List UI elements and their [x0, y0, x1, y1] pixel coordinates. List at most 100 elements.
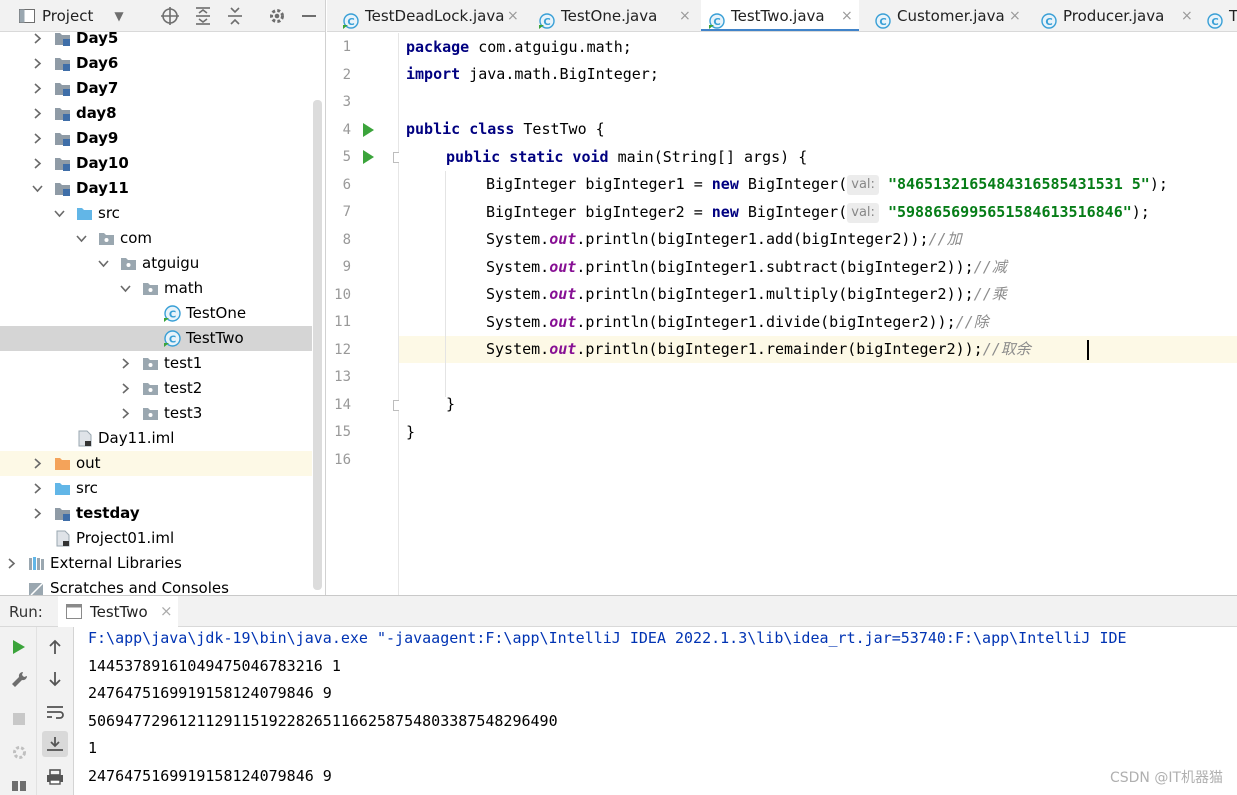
- tree-item-day10[interactable]: Day10: [0, 151, 312, 176]
- line-number: 14: [334, 396, 351, 413]
- editor-tab-testdeadlock-java[interactable]: C TestDeadLock.java ×: [335, 0, 525, 31]
- editor-tab-t[interactable]: CT: [1199, 0, 1237, 31]
- tree-item-atguigu[interactable]: atguigu: [0, 251, 312, 276]
- wrench-icon[interactable]: [6, 666, 32, 692]
- project-title[interactable]: Project: [42, 7, 93, 25]
- svg-text:C: C: [879, 17, 886, 28]
- layout-icon[interactable]: [6, 771, 32, 795]
- chevron-right-icon[interactable]: [30, 451, 44, 476]
- chevron-right-icon[interactable]: [30, 126, 44, 151]
- arrow-down-icon[interactable]: [42, 666, 68, 692]
- chevron-right-icon[interactable]: [30, 32, 44, 51]
- run-gutter-icon[interactable]: [363, 122, 374, 137]
- tree-item-out[interactable]: out: [0, 451, 312, 476]
- print-icon[interactable]: [42, 764, 68, 790]
- tree-item-label: atguigu: [142, 254, 200, 272]
- chevron-right-icon[interactable]: [30, 76, 44, 101]
- close-icon[interactable]: ×: [507, 0, 519, 31]
- module-folder-icon: [54, 505, 71, 522]
- tree-item-label: Day9: [76, 129, 119, 147]
- collapse-all-icon[interactable]: [223, 0, 247, 32]
- text-caret: [1087, 340, 1089, 360]
- chevron-down-icon[interactable]: [52, 201, 66, 226]
- stop-icon[interactable]: [6, 706, 32, 732]
- run-console[interactable]: F:\app\java\jdk-19\bin\java.exe "-javaag…: [75, 627, 1237, 795]
- tree-item-test1[interactable]: test1: [0, 351, 312, 376]
- tree-item-day8[interactable]: day8: [0, 101, 312, 126]
- arrow-up-icon[interactable]: [42, 634, 68, 660]
- console-output-line: 2476475169919158124079846 9: [88, 684, 332, 703]
- tree-item-src[interactable]: src: [0, 201, 312, 226]
- chevron-right-icon[interactable]: [118, 401, 132, 426]
- module-folder-icon: [54, 55, 71, 72]
- locate-icon[interactable]: [158, 0, 182, 32]
- tree-item-day9[interactable]: Day9: [0, 126, 312, 151]
- editor-tab-testone-java[interactable]: C TestOne.java ×: [531, 0, 697, 31]
- line-number: 11: [334, 314, 351, 330]
- close-icon[interactable]: ×: [160, 602, 173, 620]
- close-icon[interactable]: ×: [1181, 0, 1193, 31]
- code-line-11: System.out.println(bigInteger1.divide(bi…: [486, 313, 989, 331]
- chevron-right-icon[interactable]: [118, 351, 132, 376]
- chevron-right-icon[interactable]: [30, 501, 44, 526]
- chevron-right-icon[interactable]: [30, 151, 44, 176]
- tree-item-day7[interactable]: Day7: [0, 76, 312, 101]
- run-gutter-icon[interactable]: [363, 150, 374, 164]
- code-line-12: System.out.println(bigInteger1.remainder…: [486, 340, 1031, 358]
- package-icon: [98, 230, 115, 247]
- editor-tab-label: T: [1229, 0, 1237, 31]
- chevron-down-icon[interactable]: [118, 276, 132, 301]
- editor-tab-label: Customer.java: [897, 7, 1005, 25]
- chevron-right-icon[interactable]: [118, 376, 132, 401]
- tree-item-math[interactable]: math: [0, 276, 312, 301]
- tree-item-scratches-and-consoles[interactable]: Scratches and Consoles: [0, 576, 312, 595]
- tree-item-src[interactable]: src: [0, 476, 312, 501]
- expand-all-icon[interactable]: [191, 0, 215, 32]
- scroll-to-end-icon[interactable]: [42, 731, 68, 757]
- chevron-down-icon[interactable]: [74, 226, 88, 251]
- minimize-icon[interactable]: [298, 0, 320, 32]
- code-editor[interactable]: package com.atguigu.math; import java.ma…: [399, 33, 1237, 595]
- rerun-icon[interactable]: [6, 634, 32, 660]
- chevron-right-icon[interactable]: [30, 51, 44, 76]
- code-line-6: BigInteger bigInteger1 = new BigInteger(…: [486, 175, 1168, 195]
- tree-scrollbar[interactable]: [313, 100, 322, 590]
- tree-item-project01-iml[interactable]: Project01.iml: [0, 526, 312, 551]
- editor-tab-producer-java[interactable]: C Producer.java ×: [1033, 0, 1199, 31]
- soft-wrap-icon[interactable]: [42, 699, 68, 725]
- line-number: 8: [342, 231, 351, 248]
- chevron-down-icon[interactable]: ▼: [108, 0, 130, 32]
- package-icon: [142, 355, 159, 372]
- editor-tab-testtwo-java[interactable]: C TestTwo.java ×: [701, 0, 859, 31]
- tree-item-external-libraries[interactable]: External Libraries: [0, 551, 312, 576]
- tree-item-com[interactable]: com: [0, 226, 312, 251]
- package-icon: [142, 280, 159, 297]
- tree-item-test2[interactable]: test2: [0, 376, 312, 401]
- svg-text:C: C: [169, 335, 176, 346]
- tree-item-label: Day5: [76, 32, 119, 47]
- tree-item-label: External Libraries: [50, 554, 182, 572]
- chevron-down-icon[interactable]: [30, 176, 44, 201]
- tree-item-testtwo[interactable]: C TestTwo: [0, 326, 312, 351]
- close-icon[interactable]: ×: [841, 0, 853, 31]
- java-class-icon: C: [1207, 8, 1223, 29]
- gear-icon[interactable]: [265, 0, 289, 32]
- tree-item-testone[interactable]: C TestOne: [0, 301, 312, 326]
- tree-item-label: com: [120, 229, 153, 247]
- debug-settings-icon[interactable]: [6, 739, 32, 765]
- close-icon[interactable]: ×: [679, 0, 691, 31]
- tree-item-day11[interactable]: Day11: [0, 176, 312, 201]
- tree-item-test3[interactable]: test3: [0, 401, 312, 426]
- editor-tab-customer-java[interactable]: C Customer.java ×: [867, 0, 1027, 31]
- chevron-right-icon[interactable]: [30, 101, 44, 126]
- tree-item-day5[interactable]: Day5: [0, 32, 312, 51]
- chevron-right-icon[interactable]: [4, 551, 18, 576]
- java-class-icon: C: [343, 8, 359, 29]
- tree-item-day6[interactable]: Day6: [0, 51, 312, 76]
- tree-item-testday[interactable]: testday: [0, 501, 312, 526]
- close-icon[interactable]: ×: [1009, 0, 1021, 31]
- chevron-down-icon[interactable]: [96, 251, 110, 276]
- chevron-right-icon[interactable]: [30, 476, 44, 501]
- run-tab-testtwo[interactable]: TestTwo ×: [58, 596, 178, 627]
- tree-item-day11-iml[interactable]: Day11.iml: [0, 426, 312, 451]
